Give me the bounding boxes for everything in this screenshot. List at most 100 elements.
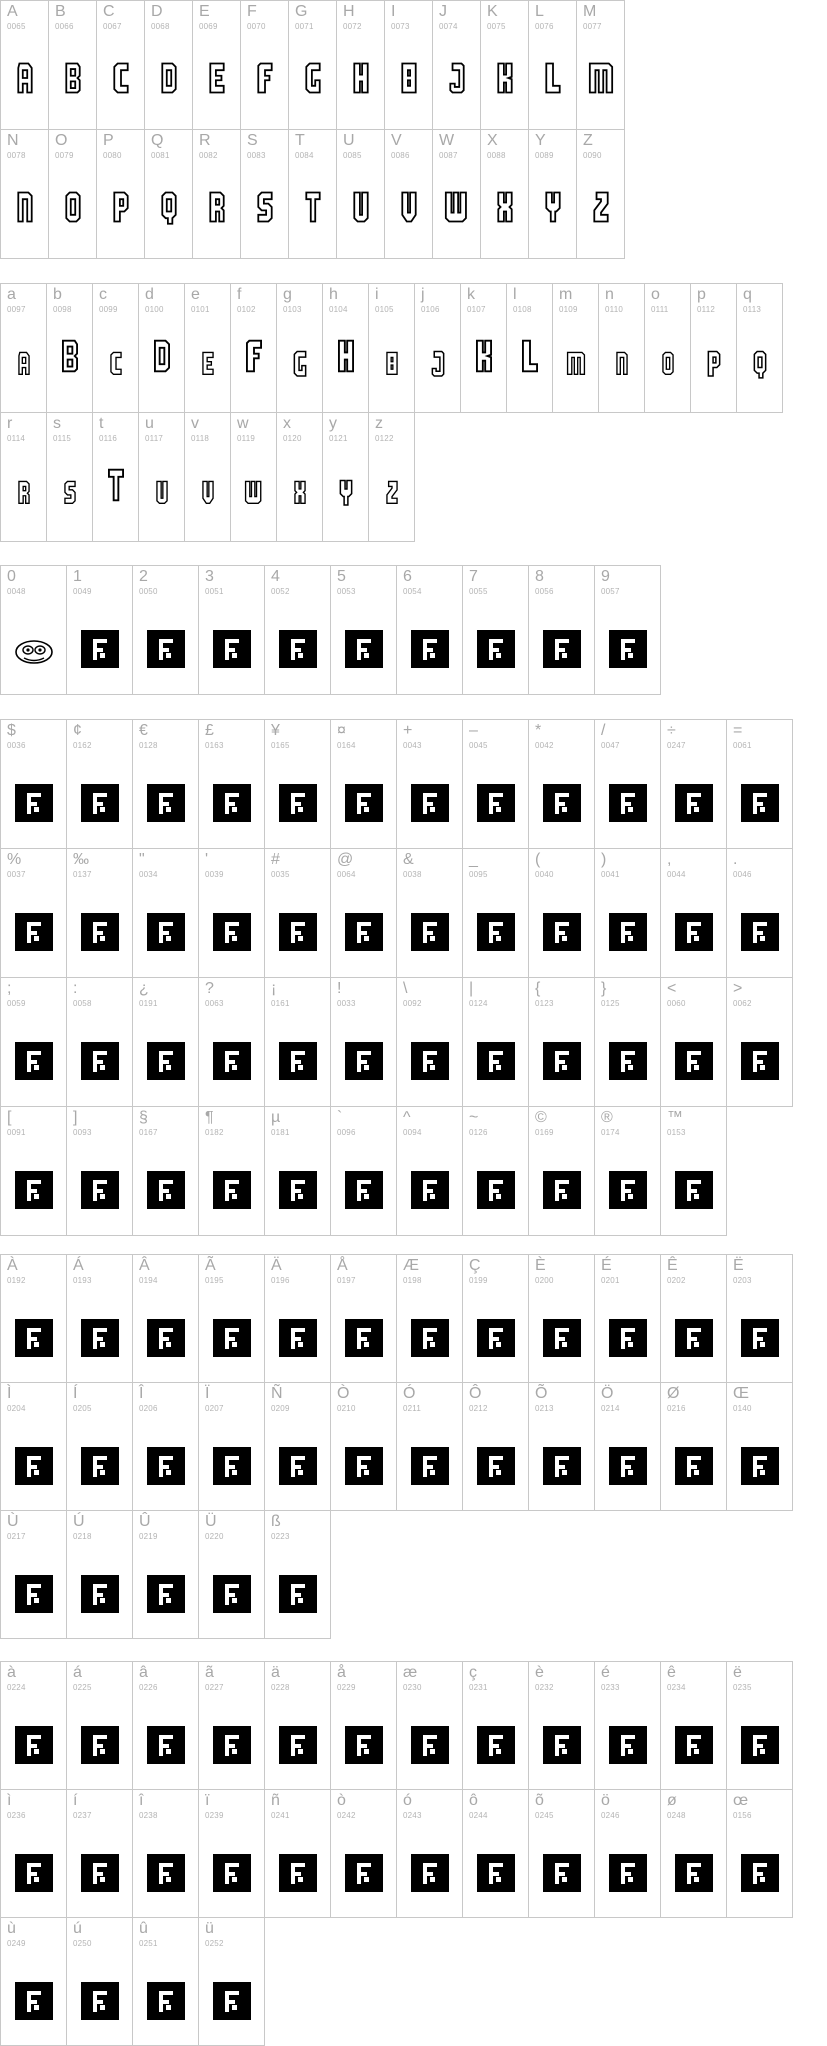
glyph-code-label: 0077 (583, 22, 602, 31)
glyph-character-label: P (103, 132, 114, 149)
glyph-cell: ` 0096 (330, 1106, 397, 1236)
glyph-cell: 2 0050 (132, 565, 199, 695)
glyph-character-label: i (375, 286, 379, 303)
glyph-cell: Â 0194 (132, 1254, 199, 1383)
glyph-digit-zero-icon (1, 638, 66, 666)
glyph-character-label: d (145, 286, 154, 303)
missing-glyph-icon (675, 1042, 713, 1080)
glyph-cell: ÷ 0247 (660, 719, 727, 849)
missing-glyph-icon (477, 1042, 515, 1080)
glyph-cell: 9 0057 (594, 565, 661, 695)
glyph-character-label: Á (73, 1257, 84, 1274)
missing-glyph-icon (81, 1854, 119, 1892)
glyph-lower-c (93, 344, 138, 376)
missing-glyph-icon (675, 1447, 713, 1485)
missing-glyph-icon (345, 1726, 383, 1764)
glyph-cell: f 0102 (230, 283, 277, 413)
missing-glyph-icon (411, 1726, 449, 1764)
glyph-code-label: 0118 (191, 434, 210, 443)
glyph-lower-g (277, 344, 322, 377)
missing-glyph-icon (147, 1319, 185, 1357)
missing-glyph-icon (147, 1982, 185, 2020)
glyph-cell: â 0226 (132, 1661, 199, 1790)
glyph-code-label: 0040 (535, 870, 554, 879)
glyph-code-label: 0217 (7, 1532, 26, 1541)
glyph-character-label: ç (469, 1664, 477, 1681)
missing-glyph-icon (279, 1575, 317, 1613)
glyph-cell: . 0046 (726, 848, 793, 978)
glyph-cell: û 0251 (132, 1917, 199, 2046)
glyph-cell: : 0058 (66, 977, 133, 1107)
glyph-cell: ¡ 0161 (264, 977, 331, 1107)
missing-glyph-icon (609, 630, 647, 668)
glyph-code-label: 0080 (103, 151, 122, 160)
glyph-character-label: Ù (7, 1513, 19, 1530)
glyph-code-label: 0114 (7, 434, 26, 443)
glyph-upper-f (241, 59, 288, 97)
glyph-code-label: 0095 (469, 870, 488, 879)
missing-glyph-icon (741, 1726, 779, 1764)
glyph-cell: ) 0041 (594, 848, 661, 978)
missing-glyph-icon (411, 1854, 449, 1892)
missing-glyph-icon (609, 1042, 647, 1080)
missing-glyph-icon (81, 784, 119, 822)
glyph-code-label: 0060 (667, 999, 686, 1008)
glyph-upper-c (97, 59, 144, 97)
glyph-character-label: É (601, 1257, 612, 1274)
missing-glyph-icon (543, 1042, 581, 1080)
glyph-character-label: _ (469, 851, 478, 868)
glyph-character-label: – (469, 722, 478, 739)
glyph-character-label: C (103, 3, 115, 20)
glyph-character-label: 0 (7, 568, 16, 585)
glyph-cell: 1 0049 (66, 565, 133, 695)
missing-glyph-icon (609, 784, 647, 822)
glyph-character-label: G (295, 3, 308, 20)
missing-glyph-icon (147, 1171, 185, 1209)
glyph-character-label: < (667, 980, 677, 997)
glyph-code-label: 0194 (139, 1276, 158, 1285)
glyph-code-label: 0162 (73, 741, 92, 750)
glyph-cell: Ç 0199 (462, 1254, 529, 1383)
glyph-code-label: 0093 (73, 1128, 92, 1137)
missing-glyph-icon (675, 1171, 713, 1209)
glyph-upper-i (385, 59, 432, 97)
glyph-code-label: 0083 (247, 151, 266, 160)
glyph-code-label: 0061 (733, 741, 752, 750)
missing-glyph-icon (147, 1726, 185, 1764)
glyph-cell: W 0087 (432, 129, 481, 259)
glyph-code-label: 0233 (601, 1683, 620, 1692)
glyph-code-label: 0039 (205, 870, 224, 879)
glyph-code-label: 0050 (139, 587, 158, 596)
glyph-character-label: ™ (667, 1109, 683, 1126)
glyph-code-label: 0201 (601, 1276, 620, 1285)
glyph-cell: ® 0174 (594, 1106, 661, 1236)
glyph-cell: Ö 0214 (594, 1382, 661, 1511)
glyph-character-label: r (7, 415, 13, 432)
glyph-lower-k (461, 336, 506, 376)
missing-glyph-icon (411, 1447, 449, 1485)
glyph-cell: ä 0228 (264, 1661, 331, 1790)
glyph-lower-o (645, 344, 690, 376)
glyph-cell: ò 0242 (330, 1789, 397, 1918)
glyph-lower-r (1, 473, 46, 505)
glyph-code-label: 0219 (139, 1532, 158, 1541)
missing-glyph-icon (411, 630, 449, 668)
glyph-cell: Ã 0195 (198, 1254, 265, 1383)
glyph-character-label: K (487, 3, 498, 20)
glyph-code-label: 0121 (329, 434, 348, 443)
glyph-character-label: a (7, 286, 16, 303)
glyph-cell: ç 0231 (462, 1661, 529, 1790)
glyph-cell: ! 0033 (330, 977, 397, 1107)
glyph-cell: 3 0051 (198, 565, 265, 695)
glyph-cell: r 0114 (0, 412, 47, 542)
glyph-character-label: È (535, 1257, 546, 1274)
glyph-cell: Î 0206 (132, 1382, 199, 1511)
glyph-cell: ü 0252 (198, 1917, 265, 2046)
glyph-upper-d (145, 59, 192, 97)
glyph-character-label: Ê (667, 1257, 678, 1274)
glyph-code-label: 0195 (205, 1276, 224, 1285)
glyph-code-label: 0196 (271, 1276, 290, 1285)
glyph-code-label: 0226 (139, 1683, 158, 1692)
glyph-code-label: 0237 (73, 1811, 92, 1820)
glyph-cell: Z 0090 (576, 129, 625, 259)
